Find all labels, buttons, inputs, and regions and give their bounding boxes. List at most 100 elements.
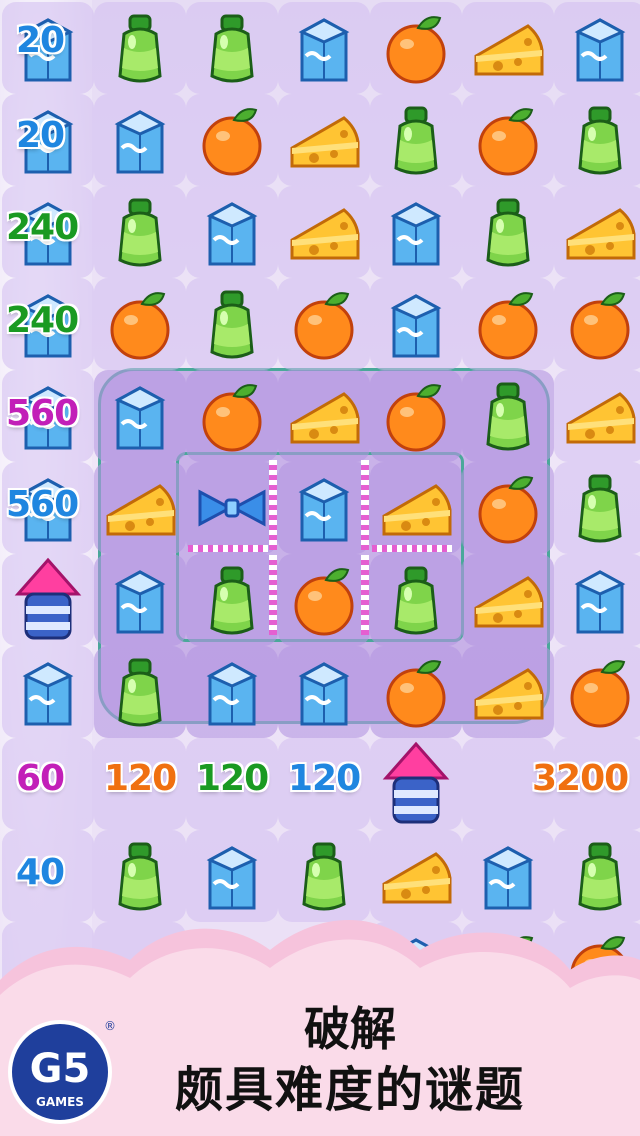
cheese-icon[interactable]: [554, 186, 640, 278]
orange-fruit-icon[interactable]: [370, 2, 462, 94]
milk-carton-icon[interactable]: [554, 554, 640, 646]
board-cell[interactable]: [370, 186, 462, 278]
blue-bow-icon[interactable]: [186, 462, 278, 554]
green-bottle-icon[interactable]: [186, 554, 278, 646]
milk-carton-icon[interactable]: [186, 646, 278, 738]
orange-fruit-icon[interactable]: [94, 278, 186, 370]
board-cell[interactable]: [186, 278, 278, 370]
board-cell[interactable]: [554, 646, 640, 738]
board-cell[interactable]: [554, 462, 640, 554]
cheese-icon[interactable]: [278, 370, 370, 462]
board-cell[interactable]: [462, 370, 554, 462]
green-bottle-icon[interactable]: [94, 186, 186, 278]
board-cell[interactable]: [370, 462, 462, 554]
board-cell[interactable]: [186, 94, 278, 186]
board-cell[interactable]: [278, 646, 370, 738]
milk-carton-icon[interactable]: [186, 186, 278, 278]
milk-carton-icon[interactable]: [2, 646, 94, 738]
orange-fruit-icon[interactable]: [554, 278, 640, 370]
orange-fruit-icon[interactable]: [554, 646, 640, 738]
board-cell[interactable]: [370, 738, 462, 830]
board-cell[interactable]: [2, 646, 94, 738]
green-bottle-icon[interactable]: [186, 2, 278, 94]
green-bottle-icon[interactable]: [462, 186, 554, 278]
board-cell[interactable]: [278, 462, 370, 554]
milk-carton-icon[interactable]: [278, 462, 370, 554]
green-bottle-icon[interactable]: [554, 462, 640, 554]
board-cell[interactable]: [462, 554, 554, 646]
orange-fruit-icon[interactable]: [278, 278, 370, 370]
cheese-icon[interactable]: [278, 94, 370, 186]
orange-fruit-icon[interactable]: [278, 554, 370, 646]
board-cell[interactable]: [554, 94, 640, 186]
board-cell[interactable]: [94, 462, 186, 554]
orange-fruit-icon[interactable]: [370, 646, 462, 738]
green-bottle-icon[interactable]: [462, 370, 554, 462]
orange-fruit-icon[interactable]: [462, 94, 554, 186]
board-cell[interactable]: [278, 370, 370, 462]
board-cell[interactable]: [462, 278, 554, 370]
board-cell[interactable]: [94, 2, 186, 94]
orange-fruit-icon[interactable]: [462, 278, 554, 370]
board-cell[interactable]: [186, 646, 278, 738]
board-cell[interactable]: [370, 370, 462, 462]
board-cell[interactable]: [186, 554, 278, 646]
cheese-icon[interactable]: [94, 462, 186, 554]
board-cell[interactable]: [554, 554, 640, 646]
green-bottle-icon[interactable]: [186, 278, 278, 370]
board-cell[interactable]: [94, 370, 186, 462]
orange-fruit-icon[interactable]: [370, 370, 462, 462]
board-cell[interactable]: [554, 186, 640, 278]
cheese-icon[interactable]: [278, 186, 370, 278]
board-cell[interactable]: [186, 186, 278, 278]
board-cell[interactable]: [94, 646, 186, 738]
cheese-icon[interactable]: [462, 554, 554, 646]
rocket-booster-icon[interactable]: [2, 554, 94, 646]
cheese-icon[interactable]: [370, 462, 462, 554]
cheese-icon[interactable]: [462, 2, 554, 94]
board-cell[interactable]: [370, 278, 462, 370]
board-cell[interactable]: [278, 2, 370, 94]
orange-fruit-icon[interactable]: [462, 462, 554, 554]
cheese-icon[interactable]: [554, 370, 640, 462]
board-cell[interactable]: [462, 2, 554, 94]
board-cell[interactable]: [2, 554, 94, 646]
board-cell[interactable]: [278, 554, 370, 646]
board-cell[interactable]: [370, 554, 462, 646]
board-cell[interactable]: [278, 94, 370, 186]
board-cell[interactable]: [554, 370, 640, 462]
milk-carton-icon[interactable]: [278, 646, 370, 738]
orange-fruit-icon[interactable]: [186, 94, 278, 186]
board-cell[interactable]: [370, 94, 462, 186]
green-bottle-icon[interactable]: [370, 94, 462, 186]
milk-carton-icon[interactable]: [370, 186, 462, 278]
board-cell[interactable]: [462, 186, 554, 278]
board-cell[interactable]: [554, 2, 640, 94]
milk-carton-icon[interactable]: [278, 2, 370, 94]
board-cell[interactable]: [462, 646, 554, 738]
board-cell[interactable]: [186, 462, 278, 554]
milk-carton-icon[interactable]: [370, 278, 462, 370]
board-cell[interactable]: [370, 2, 462, 94]
milk-carton-icon[interactable]: [94, 370, 186, 462]
board-cell[interactable]: [462, 94, 554, 186]
board-cell[interactable]: [370, 646, 462, 738]
milk-carton-icon[interactable]: [554, 2, 640, 94]
board-cell[interactable]: [94, 278, 186, 370]
cheese-icon[interactable]: [462, 646, 554, 738]
board-cell[interactable]: [94, 554, 186, 646]
milk-carton-icon[interactable]: [94, 94, 186, 186]
green-bottle-icon[interactable]: [370, 554, 462, 646]
board-cell[interactable]: [186, 370, 278, 462]
green-bottle-icon[interactable]: [94, 2, 186, 94]
milk-carton-icon[interactable]: [94, 554, 186, 646]
board-cell[interactable]: [278, 278, 370, 370]
board-cell[interactable]: [186, 2, 278, 94]
orange-fruit-icon[interactable]: [186, 370, 278, 462]
board-cell[interactable]: [462, 462, 554, 554]
board-cell[interactable]: [278, 186, 370, 278]
green-bottle-icon[interactable]: [554, 94, 640, 186]
board-cell[interactable]: [94, 94, 186, 186]
board-cell[interactable]: [94, 186, 186, 278]
board-cell[interactable]: [554, 278, 640, 370]
